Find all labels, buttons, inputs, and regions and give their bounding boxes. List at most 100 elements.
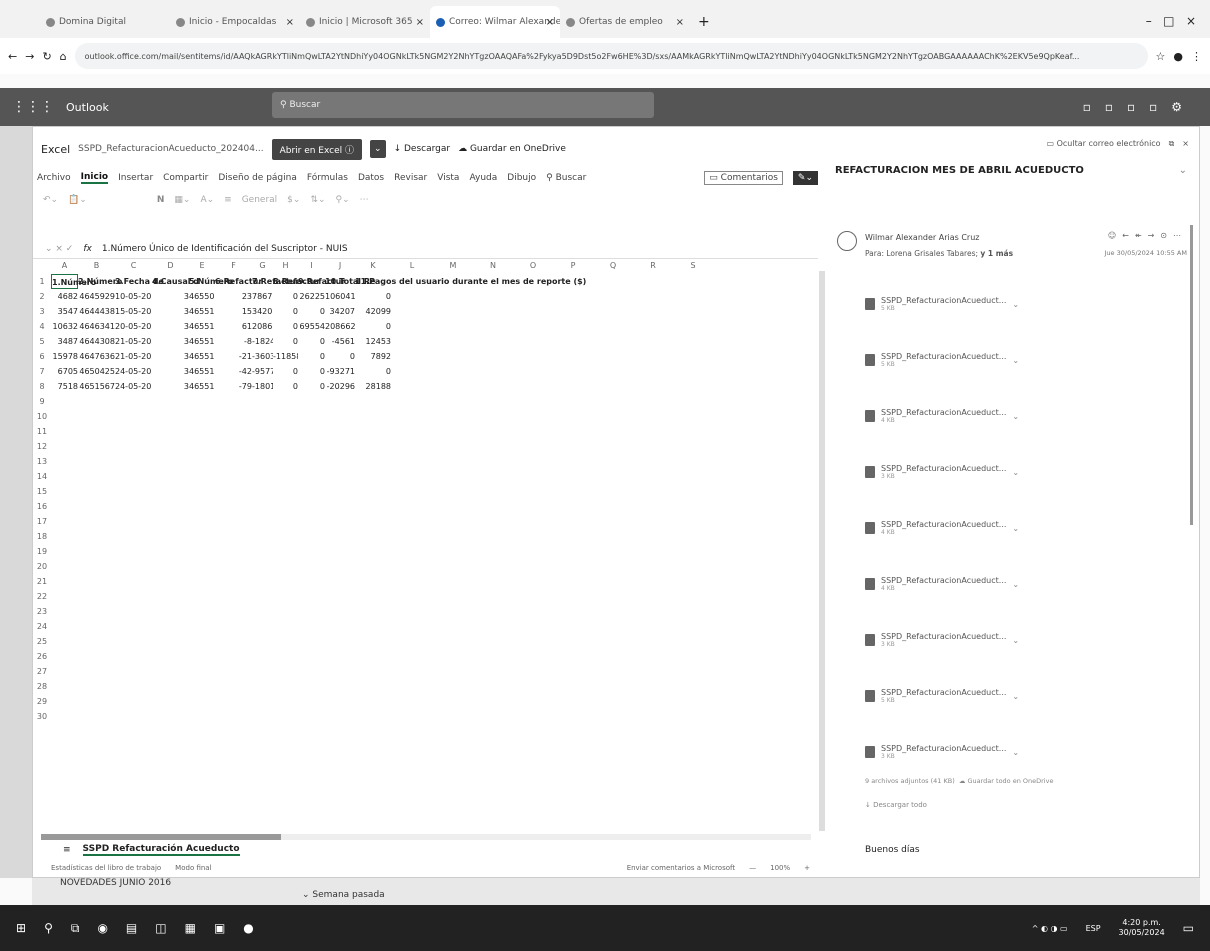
row-header[interactable]: 23 [33,604,51,619]
column-header[interactable]: G [252,261,273,273]
column-header[interactable]: B [78,261,115,273]
table-cell[interactable]: 15-05-202 [115,304,152,319]
column-header[interactable]: S [673,261,713,273]
zoom-out-icon[interactable]: — [749,864,756,872]
table-cell[interactable]: 208662 [252,319,273,334]
table-cell[interactable]: 3 [152,289,189,304]
column-header[interactable]: F [215,261,252,273]
row-header[interactable]: 21 [33,574,51,589]
row-header[interactable]: 13 [33,454,51,469]
browser-tab[interactable]: Inicio - Empocaldas × [170,6,300,38]
table-cell[interactable]: 24-05-202 [115,379,152,394]
table-cell[interactable]: 21-05-202 [115,334,152,349]
table-cell[interactable]: 15978 [51,349,78,364]
app-icon[interactable]: ● [243,921,253,935]
browser-tab[interactable]: Domina Digital [40,6,170,38]
row-header[interactable]: 19 [33,544,51,559]
table-cell[interactable]: -180157 [252,379,273,394]
header-cell[interactable]: 6.Refactur [215,274,262,289]
chevron-down-icon[interactable]: ⌄ [1012,748,1019,757]
table-cell[interactable]: 24-05-202 [115,364,152,379]
header-cell[interactable]: 11.Pagos del usuario durante el mes de r… [355,274,675,289]
table-cell[interactable]: 0 [298,304,325,319]
horizontal-scrollbar[interactable] [41,834,811,840]
attachment-item[interactable]: SSPD_RefacturacionAcueduct... 5 KB ⌄ [865,347,1035,373]
row-header[interactable]: 26 [33,649,51,664]
chevron-down-icon[interactable]: ⌄ [1012,356,1019,365]
menu-icon[interactable]: ⋮ [1191,50,1202,63]
table-cell[interactable]: 0 [355,289,391,304]
table-cell[interactable]: 4651567 [78,379,115,394]
table-cell[interactable]: 78675 [252,289,273,304]
row-header[interactable]: 10 [33,409,51,424]
column-header[interactable]: I [298,261,325,273]
header-cell[interactable]: 7.Refactur [252,274,299,289]
undo-icon[interactable]: ↶⌄ [43,195,58,205]
table-cell[interactable]: 4646341 [78,319,115,334]
table-cell[interactable]: 3 [152,364,189,379]
table-cell[interactable]: 10632 [51,319,78,334]
row-header[interactable]: 30 [33,709,51,724]
reload-icon[interactable]: ↻ [42,50,51,63]
clipboard-icon[interactable]: 📋⌄ [68,195,87,205]
forward-icon[interactable]: → [25,50,34,63]
row-header[interactable]: 2 [33,289,51,304]
row-header[interactable]: 1 [33,274,51,289]
table-cell[interactable]: 3 [152,379,189,394]
feedback-link[interactable]: Enviar comentarios a Microsoft [627,864,735,872]
download-button[interactable]: ↓ Descargar [394,144,451,154]
row-header[interactable]: 20 [33,559,51,574]
close-icon[interactable]: × [286,17,294,28]
table-cell[interactable]: 4650425 [78,364,115,379]
table-cell[interactable]: 4682 [51,289,78,304]
table-cell[interactable]: 0 [298,334,325,349]
row-header[interactable]: 18 [33,529,51,544]
table-cell[interactable]: 0 [355,364,391,379]
align-icon[interactable]: ≡ [224,195,232,205]
sort-icon[interactable]: ⇅⌄ [310,195,325,205]
table-cell[interactable]: 4655164 [189,379,215,394]
table-cell[interactable]: 0 [273,289,298,304]
row-header[interactable]: 16 [33,499,51,514]
tab-revisar[interactable]: Revisar [394,173,427,183]
table-cell[interactable]: 21-05-202 [115,349,152,364]
table-cell[interactable]: 12453 [355,334,391,349]
language-indicator[interactable]: ESP [1086,924,1101,933]
tab-diseno[interactable]: Diseño de página [218,173,297,183]
profile-icon[interactable]: ● [1173,50,1183,63]
chevron-down-icon[interactable]: ⌄ [1179,165,1187,176]
row-header[interactable]: 14 [33,469,51,484]
column-header[interactable]: Q [593,261,633,273]
header-cell[interactable]: 9.Refactur [298,274,345,289]
attachment-item[interactable]: SSPD_RefacturacionAcueduct... 5 KB ⌄ [865,683,1035,709]
browser-tab[interactable]: Ofertas de empleo × [560,6,690,38]
attachment-item[interactable]: SSPD_RefacturacionAcueduct... 5 KB ⌄ [865,291,1035,317]
bold-icon[interactable]: N [157,195,165,205]
table-cell[interactable]: -11858 [273,349,298,364]
row-header[interactable]: 5 [33,334,51,349]
table-cell[interactable]: 0 [298,379,325,394]
table-cell[interactable]: 0 [273,379,298,394]
save-all-link[interactable]: Guardar todo en OneDrive [967,777,1053,785]
browser-tab-active[interactable]: Correo: Wilmar Alexander Arias× [430,6,560,38]
table-cell[interactable]: -79 [215,379,252,394]
column-header[interactable]: O [513,261,553,273]
table-cell[interactable]: 28188 [355,379,391,394]
font-color-icon[interactable]: A⌄ [200,195,214,205]
chevron-down-icon[interactable]: ⌄ [1012,580,1019,589]
close-icon[interactable]: × [676,17,684,28]
chevron-down-icon[interactable]: ⌄ [370,140,386,158]
table-cell[interactable]: -36032 [252,349,273,364]
table-cell[interactable]: 23 [215,289,252,304]
cell-ref[interactable]: ⌄ × ✓ [45,244,73,254]
table-cell[interactable]: -8 [215,334,252,349]
table-cell[interactable]: 34207 [325,304,355,319]
column-header[interactable]: C [115,261,152,273]
table-cell[interactable]: 0 [298,364,325,379]
table-cell[interactable]: 3 [152,349,189,364]
outlook-icon[interactable]: ◫ [155,921,166,935]
table-cell[interactable]: 0 [325,349,355,364]
table-cell[interactable]: 3 [152,319,189,334]
currency-icon[interactable]: $⌄ [287,195,300,205]
open-in-excel-button[interactable]: Abrir en Excel ⓘ [271,138,363,160]
